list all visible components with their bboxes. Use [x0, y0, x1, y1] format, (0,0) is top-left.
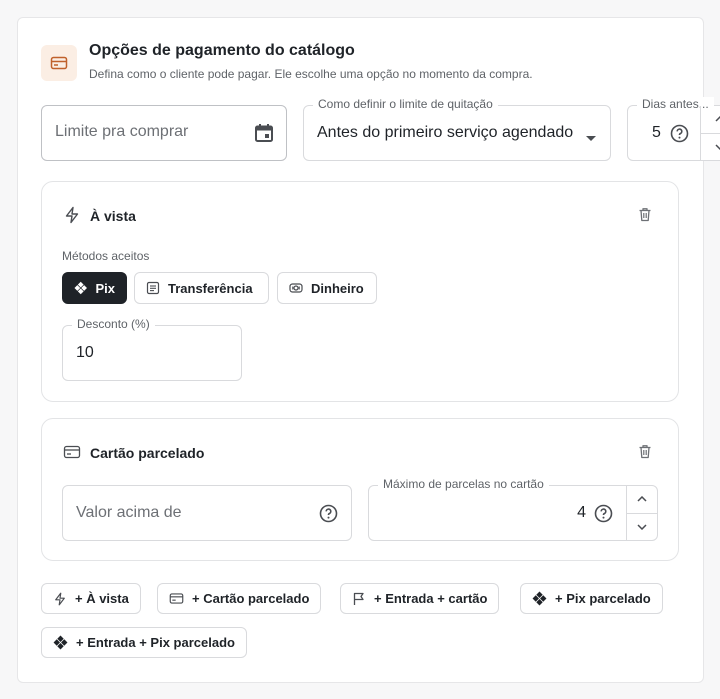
- lightning-icon: [55, 592, 65, 605]
- add-pix-installment-button[interactable]: + Pix parcelado: [520, 583, 663, 614]
- discount-label: Desconto (%): [72, 317, 155, 331]
- add-button-label: + Cartão parcelado: [192, 591, 310, 606]
- days-before-value: 5: [652, 124, 661, 141]
- method-chip-label: Dinheiro: [311, 280, 364, 296]
- cash-payment-card: À vista Métodos aceitos Pix Transferênci…: [41, 181, 679, 402]
- chevron-down-icon: [585, 130, 597, 148]
- pix-icon: [532, 591, 547, 606]
- credit-card-icon: [41, 45, 77, 81]
- add-button-label: + Pix parcelado: [555, 591, 651, 606]
- credit-card-icon: [63, 443, 81, 466]
- settlement-limit-select[interactable]: Como definir o limite de quitação Antes …: [303, 97, 611, 161]
- increment-button[interactable]: [701, 106, 720, 134]
- page-title: Opções de pagamento do catálogo: [89, 42, 355, 59]
- banknote-icon: [289, 283, 303, 293]
- settlement-limit-value: Antes do primeiro serviço agendado: [317, 124, 574, 141]
- purchase-limit-input[interactable]: Limite pra comprar: [41, 105, 287, 161]
- help-icon[interactable]: [319, 504, 338, 528]
- installment-card: Cartão parcelado Valor acima de Máximo d…: [41, 418, 679, 561]
- cash-card-title: À vista: [90, 208, 136, 224]
- decrement-button[interactable]: [701, 134, 720, 161]
- add-button-label: + Entrada + Pix parcelado: [76, 635, 235, 650]
- increment-button[interactable]: [627, 486, 657, 514]
- add-cash-button[interactable]: + À vista: [41, 583, 141, 614]
- add-installment-card-button[interactable]: + Cartão parcelado: [157, 583, 322, 614]
- method-chip-label: Transferência: [168, 280, 253, 296]
- trash-icon[interactable]: [638, 207, 652, 227]
- calendar-icon[interactable]: [253, 122, 275, 149]
- lightning-icon: [63, 206, 81, 229]
- discount-value: 10: [76, 344, 94, 361]
- max-installments-stepper[interactable]: Máximo de parcelas no cartão 4: [368, 477, 658, 541]
- trash-icon[interactable]: [638, 444, 652, 464]
- accepted-methods-label: Métodos aceitos: [62, 249, 150, 263]
- help-icon[interactable]: [594, 504, 613, 528]
- min-value-input[interactable]: Valor acima de: [62, 485, 352, 541]
- days-before-stepper[interactable]: Dias antes... 5: [627, 97, 720, 161]
- settlement-limit-label: Como definir o limite de quitação: [313, 97, 498, 111]
- method-chip-pix[interactable]: Pix: [62, 272, 127, 304]
- add-down-payment-pix-installment-button[interactable]: + Entrada + Pix parcelado: [41, 627, 247, 658]
- credit-card-icon: [169, 593, 184, 604]
- page-subtitle: Defina como o cliente pode pagar. Ele es…: [89, 67, 533, 81]
- pix-icon: [53, 635, 68, 650]
- flag-icon: [353, 592, 364, 605]
- decrement-button[interactable]: [627, 514, 657, 541]
- purchase-limit-placeholder: Limite pra comprar: [55, 123, 189, 140]
- method-chip-label: Pix: [95, 280, 115, 296]
- pix-icon: [74, 281, 88, 295]
- add-button-label: + À vista: [75, 591, 129, 606]
- method-chip-cash[interactable]: Dinheiro: [277, 272, 377, 304]
- help-icon[interactable]: [670, 124, 689, 148]
- add-down-payment-card-button[interactable]: + Entrada + cartão: [340, 583, 500, 614]
- max-installments-label: Máximo de parcelas no cartão: [378, 477, 549, 491]
- discount-input[interactable]: Desconto (%) 10: [62, 317, 242, 381]
- receipt-icon: [146, 281, 160, 295]
- add-button-label: + Entrada + cartão: [374, 591, 488, 606]
- min-value-placeholder: Valor acima de: [76, 504, 182, 521]
- max-installments-value: 4: [577, 504, 586, 521]
- method-chip-transfer[interactable]: Transferência: [134, 272, 269, 304]
- installment-card-title: Cartão parcelado: [90, 445, 205, 461]
